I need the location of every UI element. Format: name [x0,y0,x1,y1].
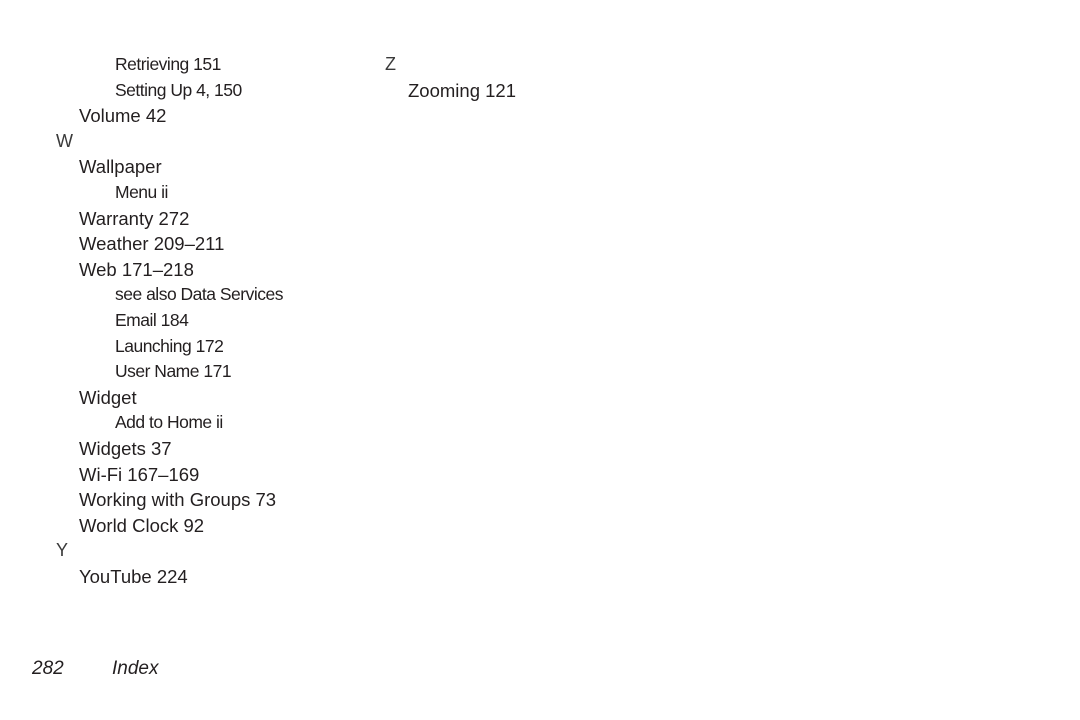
index-entry: Widgets 37 [79,437,172,459]
index-subentry: Setting Up 4, 150 [115,79,242,100]
index-entry: Volume 42 [79,105,167,127]
index-entry: Zooming 121 [408,79,516,101]
index-entry: Wallpaper [79,156,162,178]
index-entry: Working with Groups 73 [79,489,277,511]
index-subentry: Retrieving 151 [115,54,221,74]
index-subentry: Menu ii [115,181,168,202]
index-entry: World Clock 92 [79,514,205,536]
index-entry: Warranty 272 [79,207,190,229]
index-column-right: Z Zooming 121 [385,52,705,103]
index-letter-heading: Y [56,540,69,561]
index-entry: Web 171–218 [79,258,194,280]
section-title: Index [112,658,159,679]
page-number: 282 [32,658,64,679]
index-subentry: see also Data Services [115,284,283,305]
page-footer: 282 Index [32,658,158,680]
index-subentry: User Name 171 [115,361,232,382]
index-entry: Weather 209–211 [79,233,225,255]
index-letter-heading: Z [385,54,396,74]
index-subentry: Email 184 [115,309,189,330]
index-entry: YouTube 224 [79,565,188,587]
index-column-left: Retrieving 151 Setting Up 4, 150 Volume … [56,52,376,589]
index-letter-heading: W [56,130,73,151]
index-subentry: Add to Home ii [115,412,223,433]
index-entry: Widget [79,386,137,408]
index-entry: Wi-Fi 167–169 [79,463,200,485]
index-subentry: Launching 172 [115,335,224,356]
